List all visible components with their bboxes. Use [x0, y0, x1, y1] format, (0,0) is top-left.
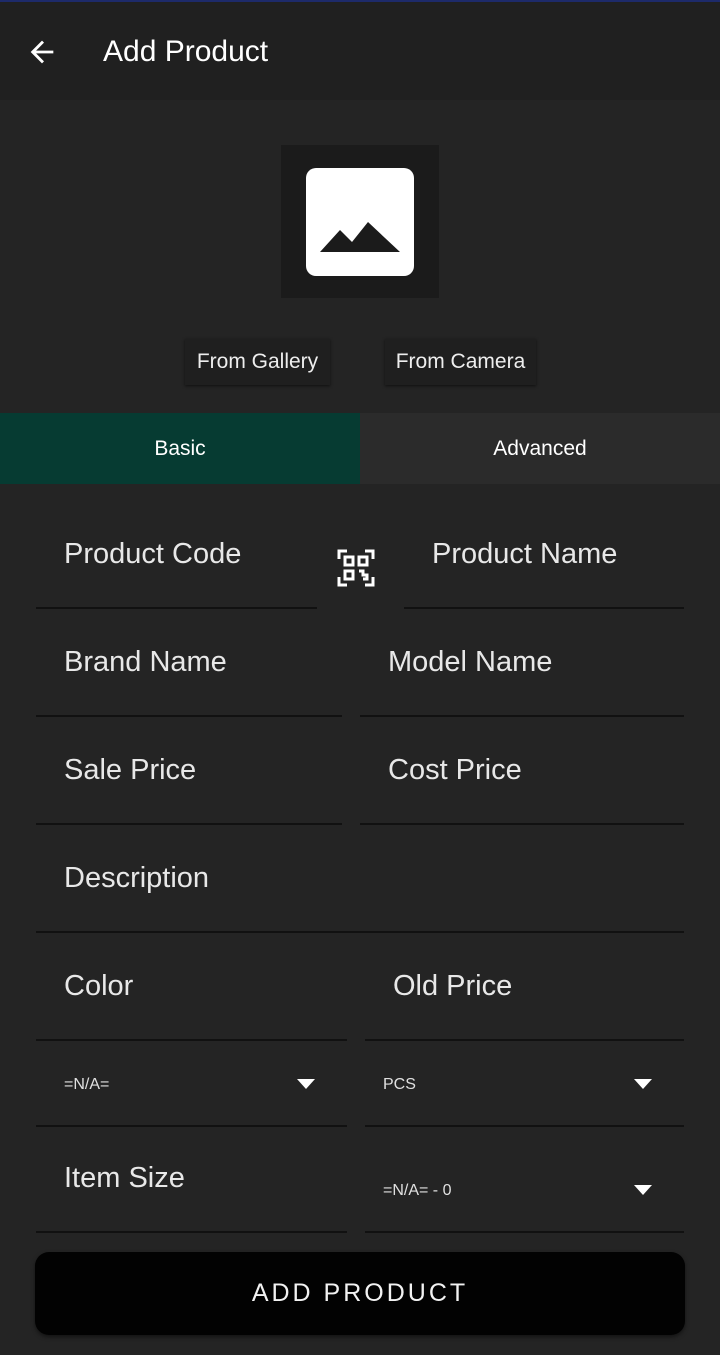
product-code-field[interactable]: Product Code [36, 520, 317, 609]
size-select[interactable]: =N/A= - 0 [365, 1158, 684, 1233]
app-bar: Add Product [0, 0, 720, 100]
brand-name-field[interactable]: Brand Name [36, 628, 342, 717]
model-name-placeholder: Model Name [388, 646, 553, 678]
old-price-placeholder: Old Price [393, 970, 513, 1002]
qr-code-scan-icon [337, 549, 375, 587]
tab-bar: Basic Advanced [0, 413, 720, 484]
tab-advanced[interactable]: Advanced [360, 413, 720, 484]
brand-name-placeholder: Brand Name [64, 646, 227, 678]
color-placeholder: Color [64, 970, 134, 1002]
size-select-value: =N/A= - 0 [383, 1182, 452, 1199]
dropdown-arrow-icon [634, 1079, 652, 1089]
page-title: Add Product [103, 35, 269, 68]
sale-price-field[interactable]: Sale Price [36, 736, 342, 825]
unit-select-value: PCS [383, 1076, 416, 1093]
from-gallery-button[interactable]: From Gallery [185, 339, 330, 385]
description-placeholder: Description [64, 862, 210, 894]
description-field[interactable]: Description [36, 844, 684, 933]
back-button[interactable] [20, 30, 64, 74]
dropdown-arrow-icon [634, 1185, 652, 1195]
cost-price-placeholder: Cost Price [388, 754, 522, 786]
category-select-value: =N/A= [64, 1076, 110, 1093]
from-camera-button[interactable]: From Camera [385, 339, 536, 385]
dropdown-arrow-icon [297, 1079, 315, 1089]
product-code-placeholder: Product Code [64, 538, 242, 570]
product-name-field[interactable]: Product Name [404, 520, 684, 609]
category-select[interactable]: =N/A= [36, 1052, 347, 1127]
old-price-field[interactable]: Old Price [365, 952, 684, 1041]
product-name-placeholder: Product Name [432, 538, 618, 570]
add-product-button[interactable]: ADD PRODUCT [35, 1252, 685, 1335]
image-icon [306, 167, 414, 276]
scan-barcode-button[interactable] [334, 546, 378, 590]
sale-price-placeholder: Sale Price [64, 754, 197, 786]
item-size-field[interactable]: Item Size [36, 1144, 347, 1233]
model-name-field[interactable]: Model Name [360, 628, 684, 717]
product-image-preview[interactable] [281, 145, 439, 298]
unit-select[interactable]: PCS [365, 1052, 684, 1127]
color-field[interactable]: Color [36, 952, 347, 1041]
item-size-placeholder: Item Size [64, 1162, 185, 1194]
arrow-left-icon [30, 40, 54, 64]
cost-price-field[interactable]: Cost Price [360, 736, 684, 825]
tab-basic[interactable]: Basic [0, 413, 360, 484]
